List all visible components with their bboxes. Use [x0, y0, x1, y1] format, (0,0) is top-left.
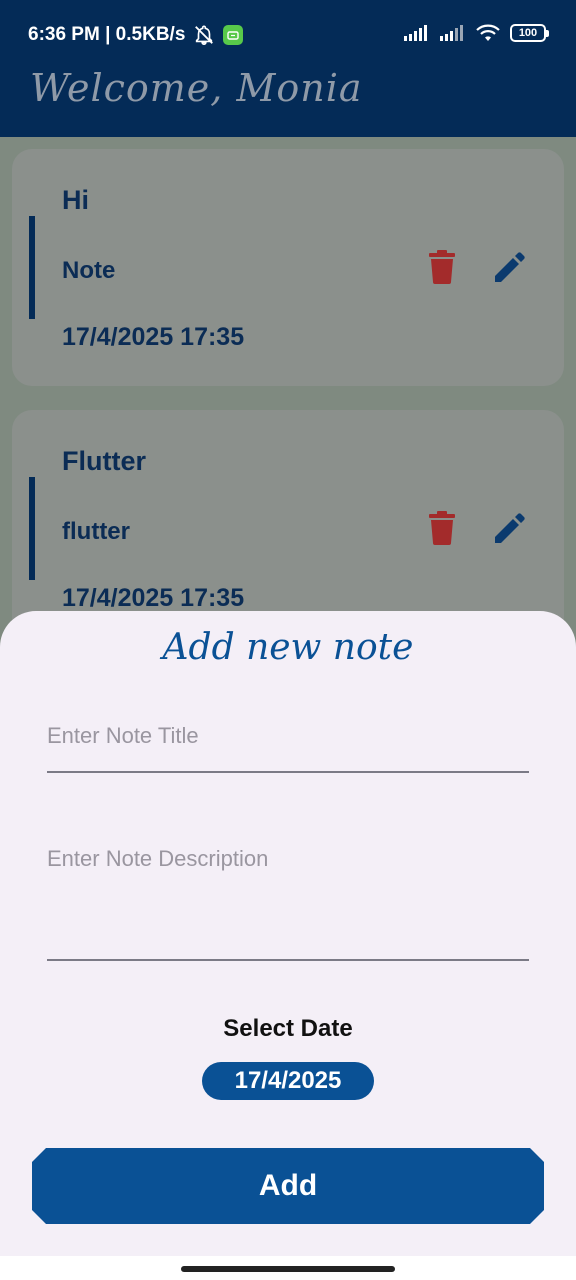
- app-bar: 6:36 PM | 0.5KB/s 100 Welcome, Monia: [0, 0, 576, 137]
- wifi-icon: [476, 24, 500, 41]
- pencil-icon[interactable]: [490, 247, 530, 287]
- note-description: Note: [62, 257, 116, 284]
- note-description: flutter: [62, 518, 130, 545]
- signal-icon-2: [440, 25, 463, 41]
- note-card[interactable]: Hi Note 17/4/2025 17:35: [12, 149, 564, 386]
- trash-icon[interactable]: [422, 508, 462, 548]
- pencil-icon[interactable]: [490, 508, 530, 548]
- status-bar: 6:36 PM | 0.5KB/s 100: [0, 0, 576, 70]
- select-date-label: Select Date: [223, 1015, 353, 1042]
- note-title-field: [47, 712, 529, 773]
- battery-icon: 100: [510, 24, 549, 42]
- note-accent-bar: [29, 216, 35, 319]
- note-date: 17/4/2025 17:35: [62, 323, 245, 351]
- app-notification-icon: [223, 25, 244, 45]
- note-title: Hi: [62, 185, 89, 215]
- add-button[interactable]: Add: [32, 1148, 544, 1224]
- home-indicator[interactable]: [181, 1266, 395, 1272]
- trash-icon[interactable]: [422, 247, 462, 287]
- sheet-title: Add new note: [162, 627, 414, 668]
- welcome-title: Welcome, Monia: [30, 66, 363, 110]
- note-date: 17/4/2025 17:35: [62, 584, 245, 612]
- signal-icon: [404, 25, 427, 41]
- bell-off-icon: [195, 25, 214, 45]
- note-description-input[interactable]: [47, 840, 529, 950]
- status-time: 6:36 PM | 0.5KB/s: [28, 24, 186, 45]
- note-title: Flutter: [62, 446, 146, 476]
- date-picker-button[interactable]: 17/4/2025: [202, 1062, 374, 1100]
- note-title-input[interactable]: [47, 712, 529, 760]
- note-accent-bar: [29, 477, 35, 580]
- note-description-field: [47, 840, 529, 961]
